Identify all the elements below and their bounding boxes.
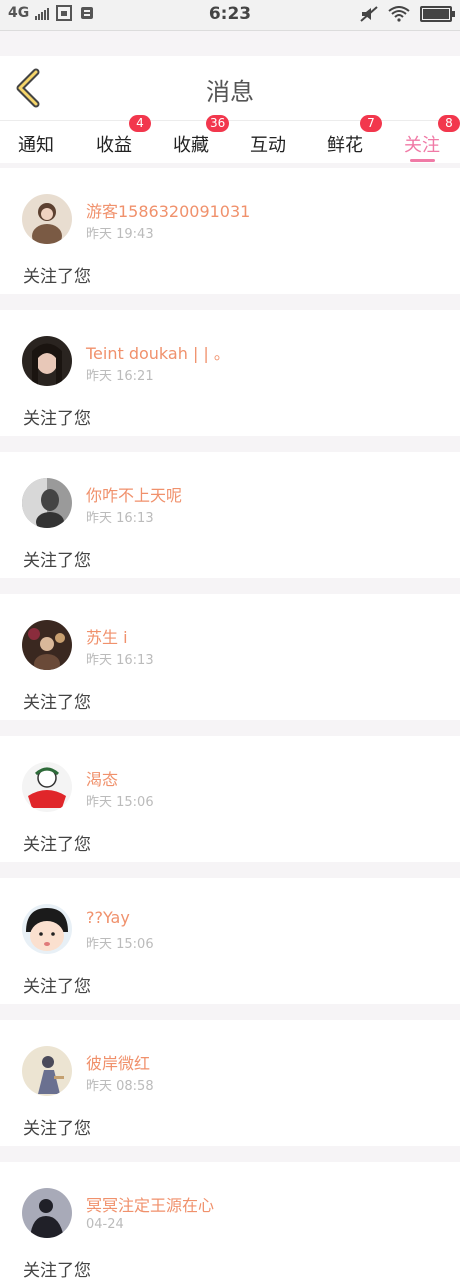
action-text: 关注了您 xyxy=(23,551,91,571)
avatar-cartoon-red-icon[interactable] xyxy=(22,762,72,812)
timestamp: 昨天 16:21 xyxy=(86,369,154,384)
page-header: 消息 xyxy=(0,56,460,122)
follow-notification-card[interactable]: 苏生 i 昨天 16:13 关注了您 xyxy=(0,594,460,720)
tab-favorites[interactable]: 收藏 36 xyxy=(173,115,230,157)
tab-bar: 通知 收益 4 收藏 36 互动 鲜花 7 关注 8 xyxy=(0,115,460,163)
username[interactable]: 游客1586320091031 xyxy=(86,198,250,222)
tab-flowers[interactable]: 鲜花 7 xyxy=(327,115,382,157)
wifi-icon xyxy=(388,6,410,22)
tab-label: 关注 xyxy=(404,135,440,156)
timestamp: 昨天 19:43 xyxy=(86,227,154,242)
username[interactable]: Teint doukah | | 。 xyxy=(86,340,230,364)
tab-label: 互动 xyxy=(250,135,286,156)
timestamp: 昨天 08:58 xyxy=(86,1079,154,1094)
tab-notifications[interactable]: 通知 xyxy=(18,131,54,157)
tab-follows[interactable]: 关注 8 xyxy=(404,115,460,157)
username[interactable]: 冥冥注定王源在心 xyxy=(86,1192,214,1216)
tab-badge: 4 xyxy=(129,115,151,132)
username[interactable]: 彼岸微红 xyxy=(86,1050,150,1074)
username[interactable]: ??Yay xyxy=(86,908,130,927)
timestamp: 昨天 16:13 xyxy=(86,653,154,668)
timestamp: 昨天 15:06 xyxy=(86,937,154,952)
follow-notification-card[interactable]: 冥冥注定王源在心 04-24 关注了您 xyxy=(0,1162,460,1288)
avatar-person-icon[interactable] xyxy=(22,1046,72,1096)
tab-earnings[interactable]: 收益 4 xyxy=(96,115,151,157)
action-text: 关注了您 xyxy=(23,409,91,429)
username[interactable]: 渴态 xyxy=(86,766,118,790)
follow-notification-card[interactable]: ??Yay 昨天 15:06 关注了您 xyxy=(0,878,460,1004)
follow-notification-card[interactable]: 游客1586320091031 昨天 19:43 关注了您 xyxy=(0,168,460,294)
page-title: 消息 xyxy=(206,78,254,106)
avatar-girl-icon[interactable] xyxy=(22,194,72,244)
follow-notification-card[interactable]: 你咋不上天呢 昨天 16:13 关注了您 xyxy=(0,452,460,578)
action-text: 关注了您 xyxy=(23,1261,91,1281)
follow-notification-card[interactable]: 渴态 昨天 15:06 关注了您 xyxy=(0,736,460,862)
avatar-gray-icon[interactable] xyxy=(22,478,72,528)
tab-label: 收益 xyxy=(96,135,132,156)
follow-notification-card[interactable]: Teint doukah | | 。 昨天 16:21 关注了您 xyxy=(0,310,460,436)
action-text: 关注了您 xyxy=(23,693,91,713)
action-text: 关注了您 xyxy=(23,977,91,997)
timestamp: 昨天 15:06 xyxy=(86,795,154,810)
action-text: 关注了您 xyxy=(23,835,91,855)
avatar-dark-icon[interactable] xyxy=(22,620,72,670)
timestamp: 04-24 xyxy=(86,1217,124,1232)
timestamp: 昨天 16:13 xyxy=(86,511,154,526)
avatar-cartoon-face-icon[interactable] xyxy=(22,904,72,954)
avatar-silhouette-icon[interactable] xyxy=(22,1188,72,1238)
username[interactable]: 你咋不上天呢 xyxy=(86,482,182,506)
active-tab-indicator xyxy=(410,159,435,162)
tab-label: 鲜花 xyxy=(327,135,363,156)
tab-label: 通知 xyxy=(18,135,54,156)
battery-icon xyxy=(420,6,455,22)
username[interactable]: 苏生 i xyxy=(86,624,128,648)
action-text: 关注了您 xyxy=(23,267,91,287)
tab-badge: 8 xyxy=(438,115,460,132)
avatar-woman-icon[interactable] xyxy=(22,336,72,386)
mute-icon xyxy=(360,6,378,22)
tab-label: 收藏 xyxy=(173,135,209,156)
status-bar: 4G 6:23 xyxy=(0,0,460,31)
status-right xyxy=(360,6,455,22)
tab-interactions[interactable]: 互动 xyxy=(250,131,286,157)
tab-badge: 7 xyxy=(360,115,382,132)
follow-notification-card[interactable]: 彼岸微红 昨天 08:58 关注了您 xyxy=(0,1020,460,1146)
tab-badge: 36 xyxy=(206,115,230,132)
action-text: 关注了您 xyxy=(23,1119,91,1139)
